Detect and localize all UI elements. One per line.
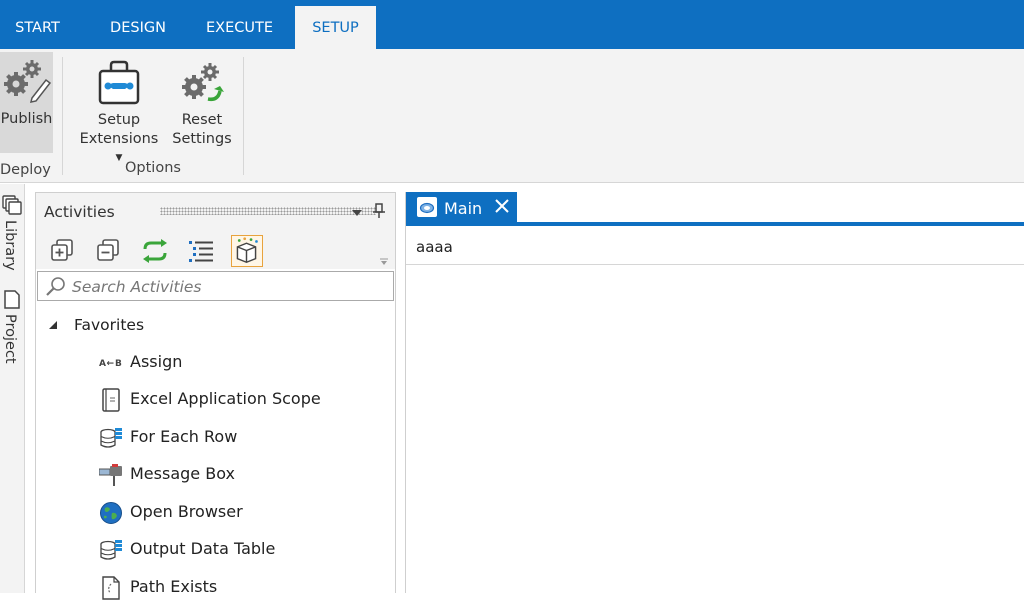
refresh-icon bbox=[143, 239, 167, 263]
activities-panel-header: Activities bbox=[36, 193, 395, 233]
list-view-icon bbox=[189, 241, 213, 262]
activity-label: For Each Row bbox=[130, 427, 238, 446]
activity-label: Message Box bbox=[130, 464, 235, 483]
library-tab-label: Library bbox=[2, 220, 18, 271]
overflow-arrow-icon[interactable] bbox=[379, 257, 389, 267]
workflow-file-icon bbox=[417, 197, 437, 217]
favorites-label: Favorites bbox=[74, 316, 145, 334]
annotation-text[interactable]: aaaa bbox=[416, 238, 453, 256]
activities-panel: Activities Search Activities Favorites A… bbox=[35, 192, 396, 600]
assign-icon: A ← B bbox=[99, 359, 122, 369]
gears-pencil-icon bbox=[3, 60, 51, 103]
deploy-group-label: Deploy bbox=[0, 162, 51, 178]
list-item-open-browser[interactable]: Open Browser bbox=[36, 494, 395, 530]
ribbon-separator bbox=[62, 57, 63, 175]
package-sparkle-icon bbox=[236, 237, 258, 264]
database-rows-icon bbox=[100, 428, 122, 448]
favorites-category[interactable]: Favorites bbox=[36, 311, 395, 339]
activity-label: Output Data Table bbox=[130, 539, 276, 558]
options-group-label: Options bbox=[125, 160, 181, 176]
database-table-icon bbox=[100, 540, 122, 560]
list-view-button[interactable] bbox=[185, 235, 217, 267]
ribbon-separator bbox=[243, 57, 244, 175]
excel-scope-icon bbox=[102, 388, 120, 412]
project-icon bbox=[4, 290, 20, 309]
publish-label: Publish bbox=[0, 111, 53, 127]
setup-extensions-line1: Setup bbox=[97, 112, 141, 128]
activity-label: Assign bbox=[130, 352, 183, 371]
list-item-output-data-table[interactable]: Output Data Table bbox=[36, 531, 395, 567]
chevron-down-icon[interactable] bbox=[351, 207, 363, 219]
project-tab[interactable]: Project bbox=[0, 288, 25, 380]
list-item-assign[interactable]: A ← B Assign bbox=[36, 344, 395, 380]
reset-settings-line1: Reset bbox=[181, 112, 223, 128]
tab-execute[interactable]: EXECUTE bbox=[192, 0, 287, 49]
dropdown-arrow-icon: ▼ bbox=[115, 153, 123, 163]
search-icon bbox=[46, 277, 65, 296]
tab-start[interactable]: START bbox=[0, 0, 75, 49]
tab-design[interactable]: DESIGN bbox=[89, 0, 187, 49]
pin-icon[interactable] bbox=[372, 203, 386, 219]
publish-button[interactable]: Publish bbox=[0, 52, 53, 153]
library-icon bbox=[2, 195, 22, 215]
svg-text:B: B bbox=[115, 359, 122, 369]
ribbon-tab-bar: START DESIGN EXECUTE SETUP bbox=[0, 0, 1024, 49]
list-item-excel-application-scope[interactable]: Excel Application Scope bbox=[36, 381, 395, 417]
tab-setup[interactable]: SETUP bbox=[295, 6, 376, 49]
library-tab[interactable]: Library bbox=[0, 194, 25, 286]
document-tab-strip bbox=[406, 222, 1024, 226]
activities-title: Activities bbox=[44, 203, 115, 221]
list-item-for-each-row[interactable]: For Each Row bbox=[36, 419, 395, 455]
list-item-message-box[interactable]: Message Box bbox=[36, 456, 395, 492]
setup-extensions-button[interactable]: Setup Extensions ▼ bbox=[74, 57, 164, 163]
message-box-icon bbox=[99, 464, 122, 486]
svg-text:←: ← bbox=[107, 359, 115, 369]
toolbox-icon bbox=[98, 60, 140, 105]
refresh-button[interactable] bbox=[139, 235, 171, 267]
expand-all-icon bbox=[51, 239, 73, 261]
close-icon[interactable] bbox=[494, 198, 510, 214]
left-dock: Library Project bbox=[0, 184, 25, 593]
document-tab-title: Main bbox=[444, 199, 483, 218]
activity-label: Open Browser bbox=[130, 502, 243, 521]
panel-drag-grip[interactable] bbox=[160, 207, 376, 215]
collapse-all-button[interactable] bbox=[93, 235, 125, 267]
list-item-path-exists[interactable]: Path Exists bbox=[36, 569, 395, 605]
search-activities-input[interactable] bbox=[72, 276, 382, 298]
activity-label: Excel Application Scope bbox=[130, 389, 321, 408]
search-box bbox=[37, 271, 394, 301]
ribbon: Publish Deploy Setup Extensions ▼ Reset … bbox=[0, 49, 1024, 183]
available-activities-button[interactable] bbox=[231, 235, 263, 267]
svg-text:A: A bbox=[99, 359, 106, 369]
globe-icon bbox=[100, 502, 122, 524]
designer-area: Main aaaa bbox=[405, 192, 1024, 593]
gears-reset-icon bbox=[182, 63, 224, 102]
activities-toolbar bbox=[36, 233, 395, 269]
expand-all-button[interactable] bbox=[47, 235, 79, 267]
project-tab-label: Project bbox=[2, 314, 18, 364]
reset-settings-line2: Settings bbox=[172, 131, 232, 147]
document-tab-main[interactable]: Main bbox=[406, 192, 517, 222]
activity-label: Path Exists bbox=[130, 577, 218, 596]
reset-settings-button[interactable]: Reset Settings bbox=[170, 57, 234, 153]
file-exists-icon bbox=[102, 576, 120, 600]
collapse-all-icon bbox=[97, 239, 119, 261]
canvas-divider bbox=[406, 264, 1024, 265]
collapse-triangle-icon[interactable] bbox=[48, 320, 58, 330]
